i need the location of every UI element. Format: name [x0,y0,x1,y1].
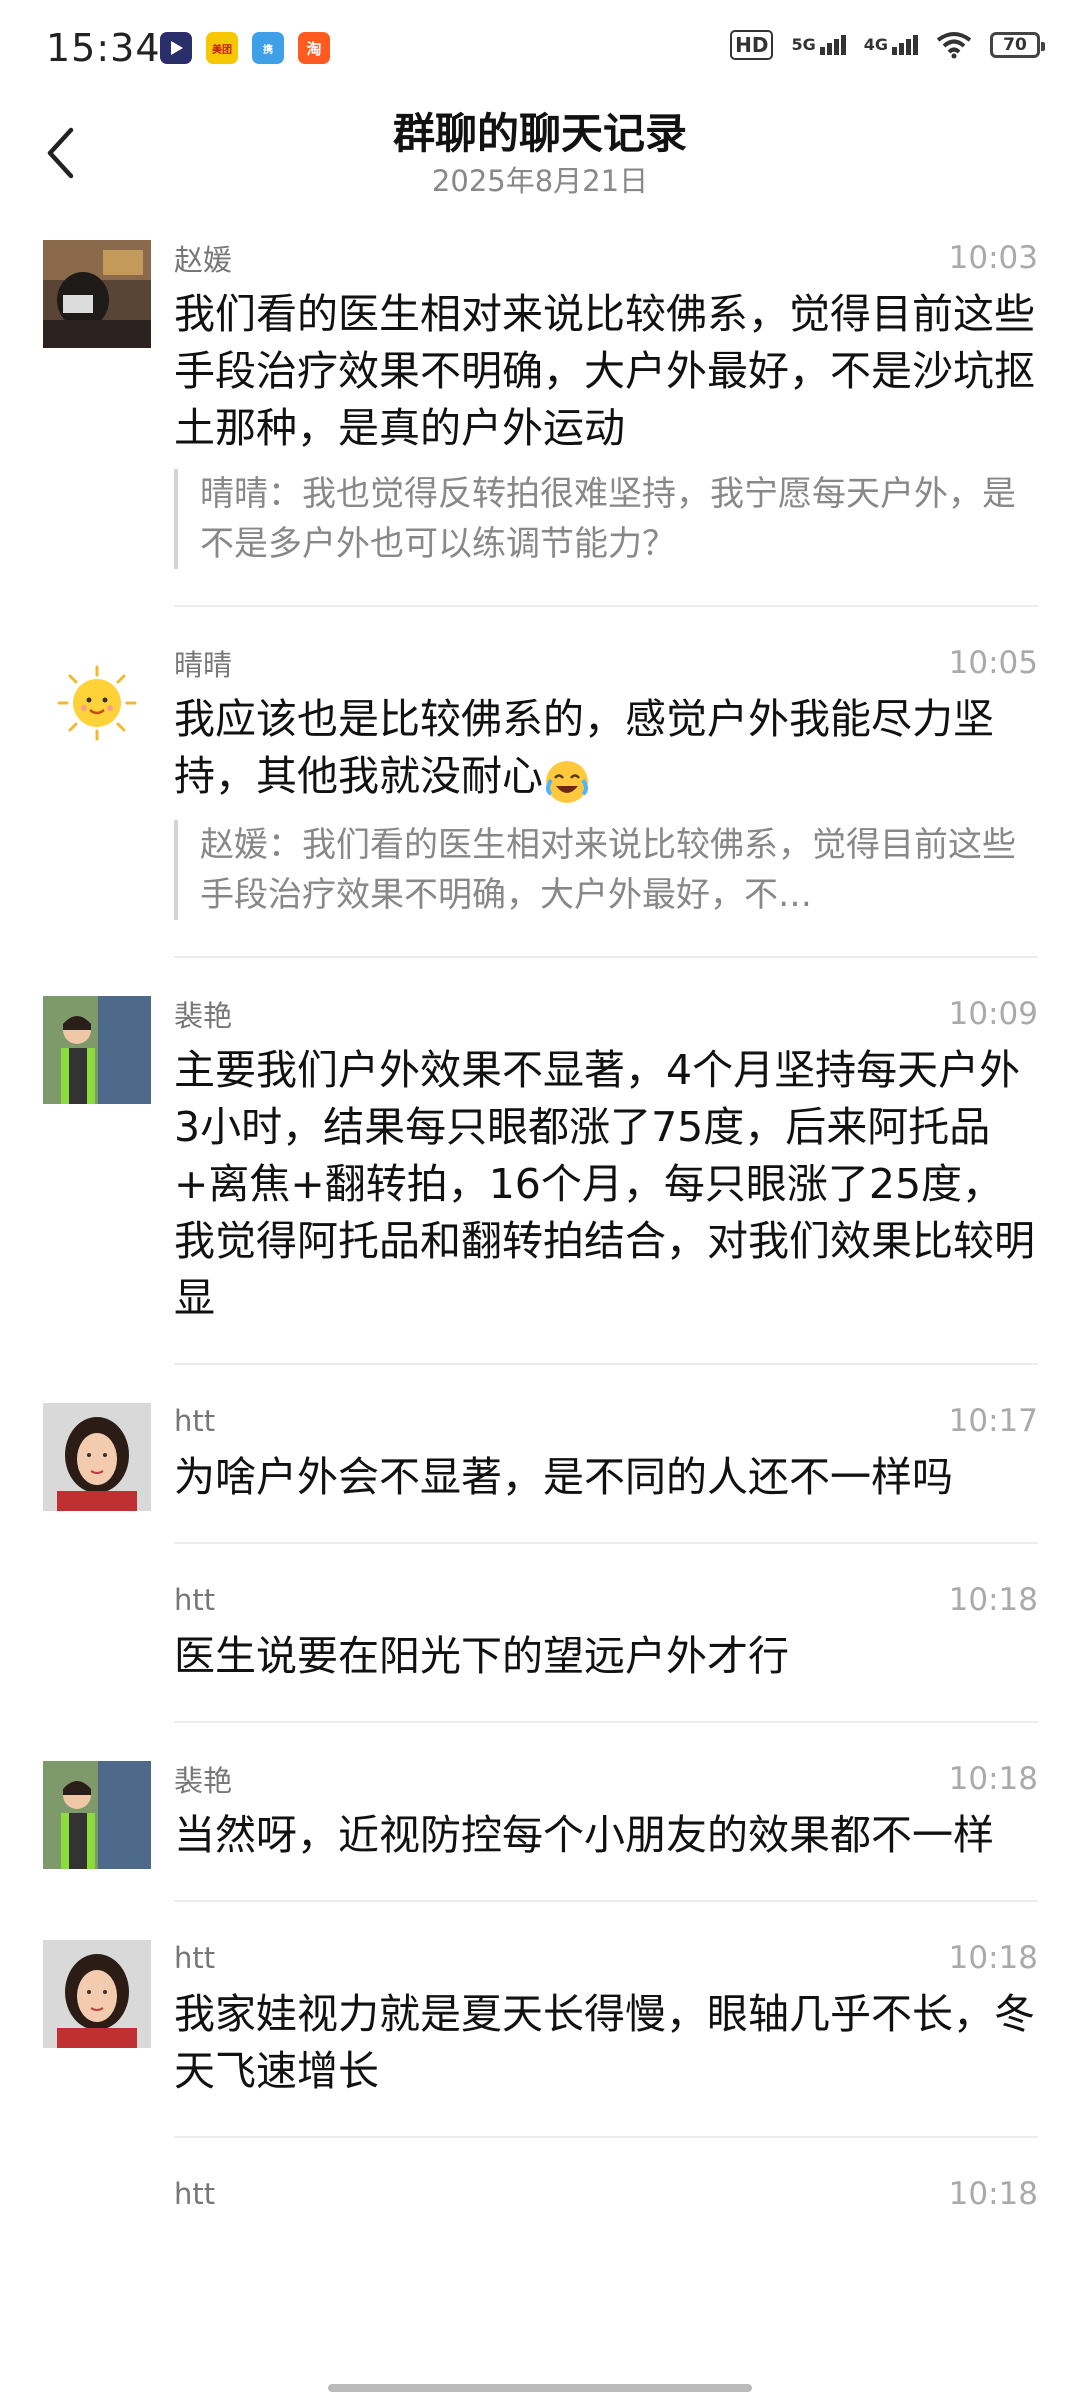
message-item[interactable]: 赵媛 10:03 我们看的医生相对来说比较佛系，觉得目前这些手段治疗效果不明确，… [0,240,1080,607]
message-list[interactable]: 赵媛 10:03 我们看的医生相对来说比较佛系，觉得目前这些手段治疗效果不明确，… [0,240,1080,2286]
message-item[interactable]: htt 10:18 [0,2176,1080,2248]
home-indicator[interactable] [328,2384,752,2392]
status-bar: 15:34 美团 携 淘 HD 5G 4G 70 [0,0,1080,100]
sender-name: htt [174,1403,216,1438]
message-text: 主要我们户外效果不显著，4个月坚持每天户外3小时，结果每只眼都涨了75度，后来阿… [174,1045,1035,1322]
message-item[interactable]: 裴艳 10:09 主要我们户外效果不显著，4个月坚持每天户外3小时，结果每只眼都… [0,995,1080,1365]
battery-icon: 70 [990,32,1045,58]
sender-name: htt [174,1582,216,1617]
message-time: 10:09 [948,995,1038,1032]
taobao-app-icon: 淘 [298,32,330,64]
message-time: 10:05 [948,645,1038,681]
video-app-icon [160,32,192,64]
system-indicators: HD 5G 4G 70 [730,30,1045,60]
message-item[interactable]: htt 10:18 我家娃视力就是夏天长得慢，眼轴几乎不长，冬天飞速增长 [0,1939,1080,2138]
message-text: 当然呀，近视防控每个小朋友的效果都不一样 [174,1810,994,1859]
signal-4g-icon: 4G [864,35,918,55]
sender-name: 赵媛 [174,243,233,277]
message-item[interactable]: htt 10:18 医生说要在阳光下的望远户外才行 [0,1582,1080,1723]
page-title: 群聊的聊天记录 [392,109,687,158]
wifi-icon [936,32,972,59]
hd-voice-icon: HD [730,30,774,60]
message-item[interactable]: 裴艳 10:18 当然呀，近视防控每个小朋友的效果都不一样 [0,1760,1080,1902]
avatar[interactable] [43,1402,151,1511]
header: 群聊的聊天记录 2025年8月21日 [0,100,1080,210]
battery-level: 70 [1003,35,1027,55]
message-text: 我家娃视力就是夏天长得慢，眼轴几乎不长，冬天飞速增长 [174,1989,1035,2095]
avatar[interactable] [43,995,151,1104]
sender-name: 裴艳 [174,1763,233,1798]
message-text: 为啥户外会不显著，是不同的人还不一样吗 [174,1452,953,1501]
meituan-app-icon: 美团 [206,32,238,64]
ctrip-app-icon: 携 [252,32,284,64]
message-text: 医生说要在阳光下的望远户外才行 [174,1631,789,1680]
sender-name: htt [174,1940,216,1975]
chat-date: 2025年8月21日 [431,164,649,198]
message-time: 10:18 [948,1760,1038,1797]
message-time: 10:03 [948,240,1038,276]
notification-icons: 美团 携 淘 [160,32,330,64]
sender-name: htt [174,2176,216,2211]
message-time: 10:18 [948,2175,1038,2212]
avatar[interactable] [43,1760,151,1869]
message-text-wrap: 我应该也是比较佛系的，感觉户外我能尽力坚持，其他我就没耐心 [174,691,1038,808]
sender-name: 晴晴 [174,648,233,682]
laughing-crying-emoji-icon [543,751,591,808]
quoted-message[interactable]: 赵媛：我们看的医生相对来说比较佛系，觉得目前这些手段治疗效果不明确，大户外最好，… [174,819,1038,920]
avatar[interactable] [43,1939,151,2048]
avatar[interactable] [43,645,151,753]
sender-name: 裴艳 [174,998,233,1033]
message-item[interactable]: htt 10:17 为啥户外会不显著，是不同的人还不一样吗 [0,1402,1080,1544]
status-time: 15:34 [46,26,161,70]
quoted-message[interactable]: 晴晴：我也觉得反转拍很难坚持，我宁愿每天户外，是不是多户外也可以练调节能力？ [174,469,1038,569]
message-time: 10:17 [948,1402,1038,1439]
signal-5g-icon: 5G [791,35,846,55]
avatar[interactable] [43,240,151,348]
signal-5g-label: 5G [791,35,816,54]
message-time: 10:18 [948,1581,1038,1618]
message-item[interactable]: 晴晴 10:05 我应该也是比较佛系的，感觉户外我能尽力坚持，其他我就没耐心 赵… [0,645,1080,958]
signal-4g-label: 4G [863,35,888,54]
message-time: 10:18 [948,1939,1038,1976]
message-text: 我们看的医生相对来说比较佛系，觉得目前这些手段治疗效果不明确，大户外最好，不是沙… [174,290,1035,452]
